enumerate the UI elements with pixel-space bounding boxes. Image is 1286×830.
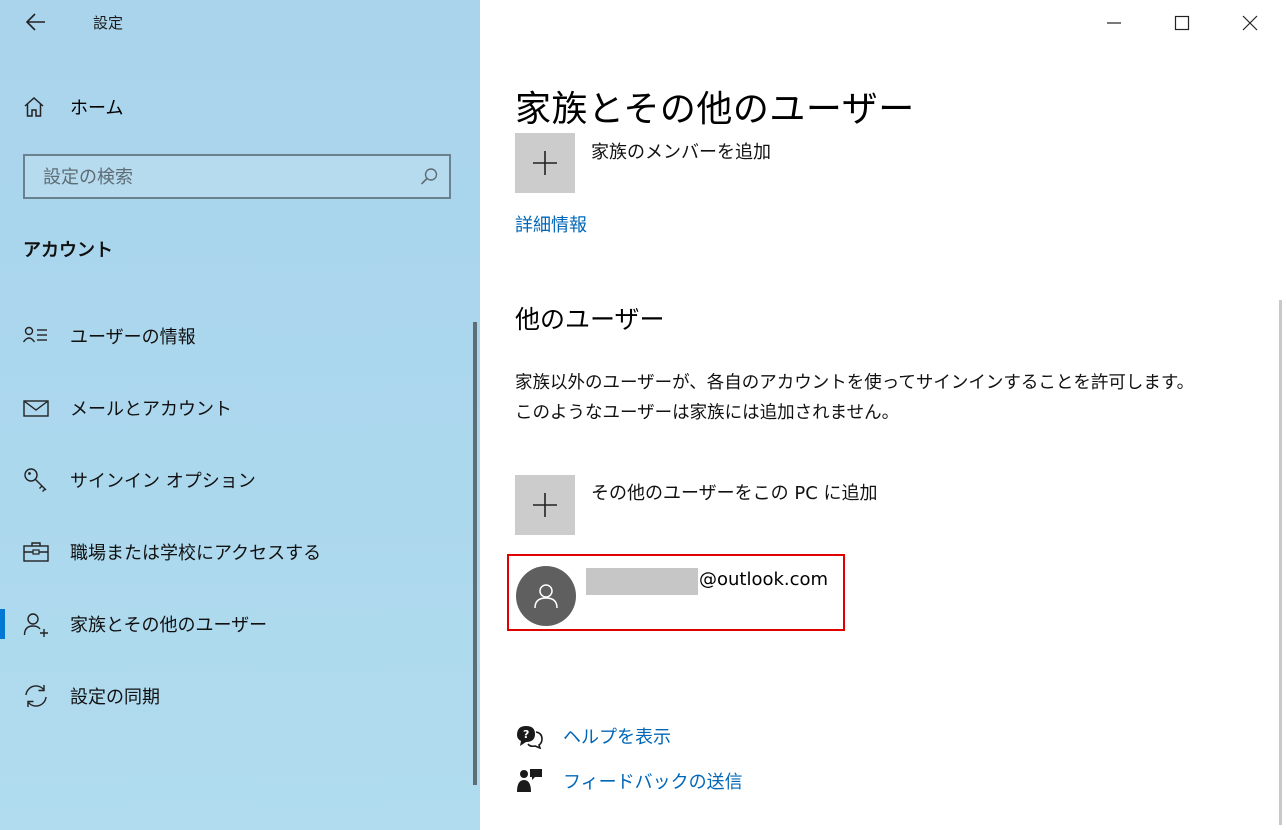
search-icon[interactable]	[419, 167, 439, 191]
search-input[interactable]	[41, 156, 405, 199]
redacted-username	[586, 568, 698, 595]
page-title: 家族とその他のユーザー	[515, 89, 915, 130]
sidebar-item-family-other-users[interactable]: 家族とその他のユーザー	[0, 598, 470, 650]
settings-search[interactable]	[23, 154, 451, 199]
plus-icon	[533, 493, 557, 517]
sidebar-item-label: ユーザーの情報	[70, 327, 196, 348]
home-icon	[24, 96, 44, 117]
other-users-description: 家族以外のユーザーが、各自のアカウントを使ってサインインすることを許可します。こ…	[515, 373, 1195, 423]
briefcase-icon	[23, 542, 49, 562]
minimize-button[interactable]	[1080, 0, 1148, 45]
close-icon	[1242, 15, 1258, 30]
help-link[interactable]: ヘルプを表示	[563, 723, 671, 749]
family-icon	[23, 613, 48, 637]
sidebar-item-label: サインイン オプション	[70, 471, 256, 492]
sidebar-item-sync-settings[interactable]: 設定の同期	[0, 670, 470, 722]
help-chat-icon: ?	[517, 726, 543, 749]
maximize-icon	[1174, 15, 1190, 30]
user-avatar-icon	[534, 584, 558, 609]
mail-icon	[23, 400, 49, 417]
add-family-member-button[interactable]	[515, 133, 575, 193]
sidebar-item-label: メールとアカウント	[70, 399, 232, 420]
selection-indicator	[0, 609, 5, 639]
sidebar-item-user-info[interactable]: ユーザーの情報	[0, 310, 470, 362]
sidebar-item-signin-options[interactable]: サインイン オプション	[0, 454, 470, 506]
svg-text:?: ?	[523, 728, 529, 741]
home-label: ホーム	[70, 98, 124, 119]
account-email: @outlook.com	[699, 569, 829, 590]
sidebar-item-work-school[interactable]: 職場または学校にアクセスする	[0, 526, 470, 578]
main-scrollbar[interactable]	[1279, 300, 1282, 825]
sidebar-item-label: 設定の同期	[70, 687, 160, 708]
sidebar-item-label: 職場または学校にアクセスする	[70, 543, 322, 564]
back-arrow-icon	[25, 13, 45, 31]
sidebar-scrollbar[interactable]	[473, 322, 477, 785]
avatar	[516, 566, 576, 626]
add-other-user-label[interactable]: その他のユーザーをこの PC に追加	[591, 479, 878, 505]
user-account-row[interactable]: @outlook.com	[507, 554, 845, 631]
add-other-user-button[interactable]	[515, 475, 575, 535]
sync-icon	[25, 685, 47, 707]
app-title: 設定	[93, 14, 124, 32]
plus-icon	[533, 151, 557, 175]
add-family-member-label[interactable]: 家族のメンバーを追加	[591, 138, 771, 164]
sidebar-item-email-accounts[interactable]: メールとアカウント	[0, 382, 470, 434]
more-info-link[interactable]: 詳細情報	[515, 211, 587, 237]
feedback-link[interactable]: フィードバックの送信	[563, 768, 743, 794]
maximize-button[interactable]	[1148, 0, 1216, 45]
main-content: 家族とその他のユーザー 家族のメンバーを追加 詳細情報 他のユーザー 家族以外の…	[480, 0, 1286, 830]
minimize-icon	[1107, 21, 1121, 24]
user-info-icon	[22, 326, 47, 343]
other-users-heading: 他のユーザー	[515, 305, 665, 334]
key-icon	[24, 468, 47, 492]
back-button[interactable]	[22, 8, 50, 36]
home-link[interactable]: ホーム	[22, 92, 123, 122]
feedback-icon	[517, 769, 542, 792]
section-title-account: アカウント	[23, 240, 113, 261]
sidebar: 設定 ホーム アカウント ユーザーの情報	[0, 0, 480, 830]
close-button[interactable]	[1216, 0, 1284, 45]
sidebar-item-label: 家族とその他のユーザー	[70, 615, 268, 636]
